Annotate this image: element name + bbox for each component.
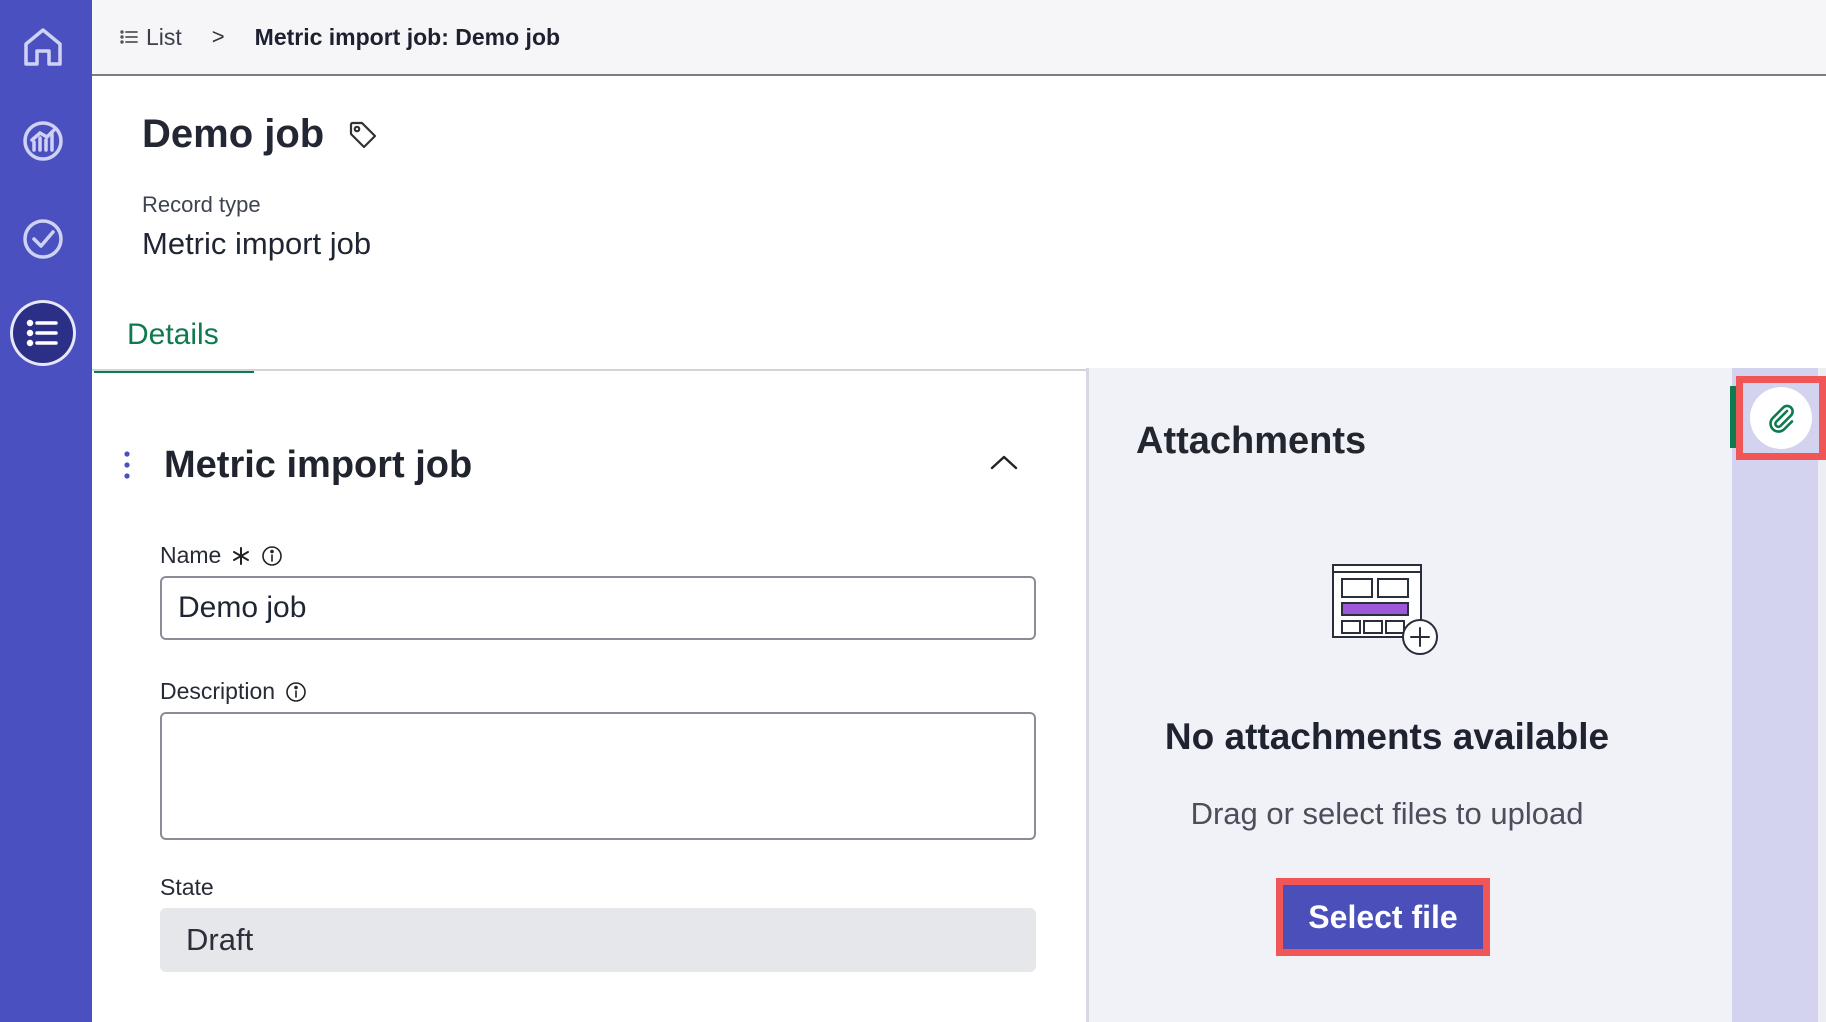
breadcrumb-list-label: List [146, 23, 182, 50]
section-title: Metric import job [164, 444, 473, 486]
attachments-toggle-container [1743, 383, 1819, 453]
state-field-label: State [160, 874, 214, 901]
required-asterisk-icon [233, 546, 250, 565]
home-icon [24, 28, 62, 66]
attachments-toggle-button[interactable] [1750, 387, 1812, 449]
select-file-button[interactable]: Select file [1283, 885, 1483, 949]
page-title-text: Demo job [142, 112, 325, 156]
list-icon [26, 319, 58, 347]
empty-state-title: No attachments available [1164, 716, 1610, 757]
name-input[interactable] [160, 576, 1036, 640]
page-title: Demo job [142, 112, 378, 157]
breadcrumb-separator: > [211, 24, 225, 49]
record-type-value: Metric import job [142, 226, 372, 261]
home-button[interactable] [10, 14, 76, 80]
tag-icon[interactable] [348, 120, 378, 150]
breadcrumb-current: Metric import job: Demo job [254, 23, 561, 50]
attachments-toggle-highlight [1736, 376, 1826, 460]
name-label-text: Name [160, 542, 222, 568]
attachments-title: Attachments [1136, 420, 1367, 462]
description-input[interactable] [160, 712, 1036, 840]
paperclip-icon [1769, 404, 1794, 433]
breadcrumb-list-link[interactable]: List [120, 24, 182, 51]
info-icon[interactable] [285, 681, 307, 703]
description-label-text: Description [160, 678, 276, 704]
breadcrumb: List > Metric import job: Demo job [92, 0, 1826, 76]
analytics-icon [23, 121, 63, 161]
state-value: Draft [160, 908, 1036, 972]
record-type-label: Record type [142, 192, 261, 217]
chevron-up-icon[interactable] [986, 448, 1022, 478]
right-strip-edge [1818, 368, 1826, 1022]
list-small-icon [120, 30, 138, 44]
list-button[interactable] [10, 300, 76, 366]
section-menu-icon[interactable] [122, 450, 132, 480]
tasks-button[interactable] [10, 206, 76, 272]
state-label-text: State [160, 874, 214, 900]
tab-details[interactable]: Details [94, 318, 254, 373]
select-file-highlight: Select file [1276, 878, 1490, 956]
name-field-label: Name [160, 542, 283, 569]
left-nav-rail [0, 0, 92, 1022]
description-field-label: Description [160, 678, 307, 705]
empty-state-subtitle: Drag or select files to upload [1190, 796, 1584, 831]
analytics-button[interactable] [10, 108, 76, 174]
attachments-empty-illustration [1332, 564, 1438, 655]
check-circle-icon [23, 219, 63, 259]
info-icon[interactable] [261, 545, 283, 567]
right-side-strip [1732, 368, 1826, 1022]
